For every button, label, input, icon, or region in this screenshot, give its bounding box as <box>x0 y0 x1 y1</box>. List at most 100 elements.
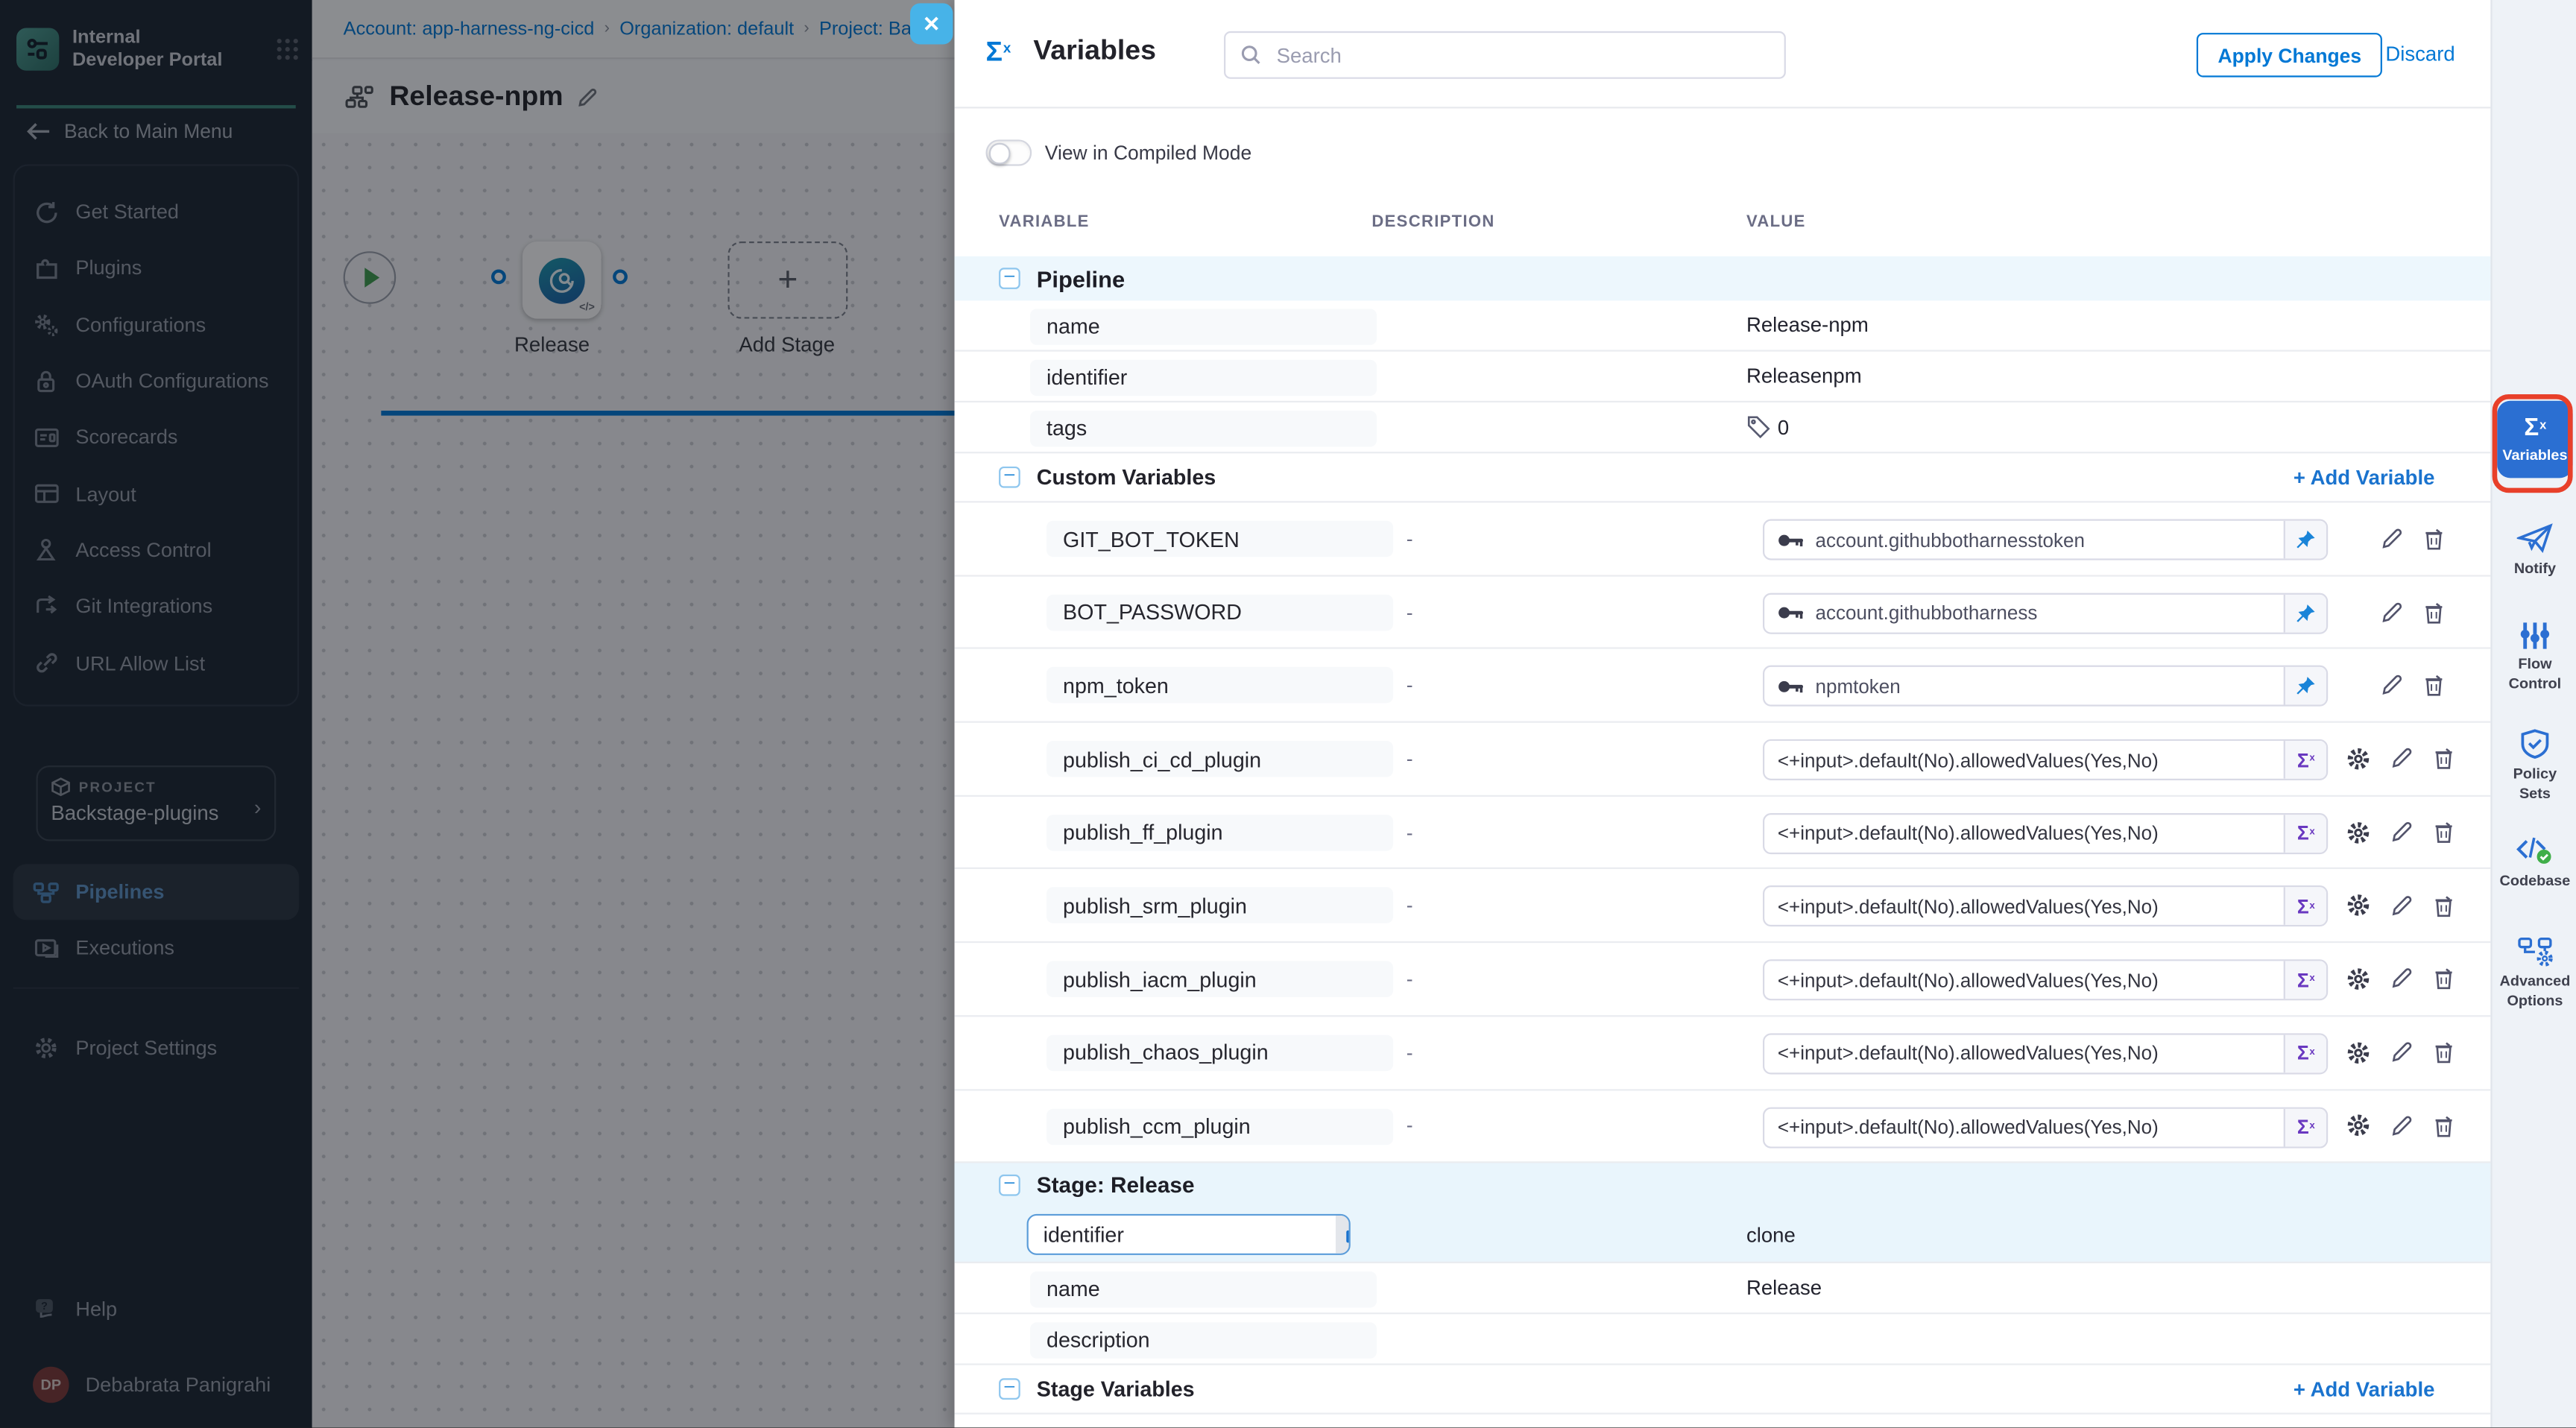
delete-icon[interactable] <box>2433 1114 2455 1137</box>
tag-count: 0 <box>1778 416 1789 439</box>
section-header-row: Pipeline <box>955 256 2491 301</box>
variable-row: BOT_PASSWORD - account.githubbotharness <box>955 576 2491 649</box>
copy-button[interactable] <box>1336 1216 1351 1254</box>
pin-button[interactable] <box>2284 594 2326 632</box>
delete-icon[interactable] <box>2433 894 2455 917</box>
edit-icon[interactable] <box>2381 674 2404 697</box>
variable-name: identifier <box>1030 359 1377 395</box>
edit-icon[interactable] <box>2390 748 2414 771</box>
collapse-minus-icon[interactable] <box>999 268 1020 289</box>
delete-icon[interactable] <box>2433 1041 2455 1064</box>
table-header: VARIABLE DESCRIPTION VALUE <box>955 214 2491 253</box>
settings-gear-icon[interactable] <box>2346 747 2370 771</box>
app-viewport: Internal Developer Portal Back to Main M… <box>0 0 2576 1427</box>
edit-icon[interactable] <box>2381 601 2404 624</box>
flow-gear-icon <box>2517 936 2553 967</box>
edit-icon[interactable] <box>2381 527 2404 550</box>
rail-item-flow-control[interactable]: Flow Control <box>2493 621 2576 694</box>
add-variable-link[interactable]: + Add Variable <box>2294 466 2435 489</box>
input-type-button[interactable] <box>2284 961 2326 999</box>
section-header-row: Stage Variables + Add Variable <box>955 1365 2491 1415</box>
edit-icon[interactable] <box>2390 967 2414 991</box>
rail-item-codebase[interactable]: Codebase <box>2493 835 2576 891</box>
apply-changes-button[interactable]: Apply Changes <box>2197 33 2383 78</box>
delete-icon[interactable] <box>2423 527 2445 550</box>
variable-row: publish_ccm_plugin - <+input>.default(No… <box>955 1090 2491 1163</box>
pin-button[interactable] <box>2284 521 2326 559</box>
section-header-row: Custom Variables + Add Variable <box>955 453 2491 502</box>
identifier-input-field[interactable] <box>1027 1214 1351 1255</box>
runtime-input-field[interactable]: <+input>.default(No).allowedValues(Yes,N… <box>1763 1033 2328 1074</box>
settings-gear-icon[interactable] <box>2346 1040 2370 1065</box>
sigma-icon <box>2297 1042 2314 1065</box>
settings-gear-icon[interactable] <box>2346 967 2370 991</box>
collapse-minus-icon[interactable] <box>999 1379 1020 1400</box>
runtime-input-field[interactable]: <+input>.default(No).allowedValues(Yes,N… <box>1763 812 2328 853</box>
search-input[interactable] <box>1273 42 1733 68</box>
settings-gear-icon[interactable] <box>2346 894 2370 918</box>
runtime-input-field[interactable]: <+input>.default(No).allowedValues(Yes,N… <box>1763 1106 2328 1147</box>
variable-description: - <box>1407 1114 1413 1137</box>
rail-item-variables[interactable]: Variables <box>2497 401 2572 478</box>
variable-name: publish_iacm_plugin <box>1046 961 1393 997</box>
input-type-button[interactable] <box>2284 741 2326 779</box>
rail-item-notify[interactable]: Notify <box>2493 522 2576 579</box>
edit-icon[interactable] <box>2390 894 2414 917</box>
edit-icon[interactable] <box>2390 1114 2414 1137</box>
secret-value-field[interactable]: account.githubbotharnesstoken <box>1763 519 2328 560</box>
variable-description: - <box>1407 748 1413 771</box>
runtime-input-field[interactable]: <+input>.default(No).allowedValues(Yes,N… <box>1763 959 2328 1000</box>
edit-icon[interactable] <box>2390 1041 2414 1064</box>
col-value: VALUE <box>1746 214 1806 232</box>
copy-icon <box>1344 1224 1351 1245</box>
search-box[interactable] <box>1224 31 1786 79</box>
input-type-button[interactable] <box>2284 815 2326 853</box>
input-type-button[interactable] <box>2284 1034 2326 1072</box>
runtime-input-field[interactable]: <+input>.default(No).allowedValues(Yes,N… <box>1763 886 2328 927</box>
delete-icon[interactable] <box>2423 674 2445 697</box>
discard-link[interactable]: Discard <box>2385 42 2455 66</box>
pipeline-aspect-rail: Variables Notify Flow Control Policy Set… <box>2490 0 2576 1427</box>
collapse-minus-icon[interactable] <box>999 1175 1020 1196</box>
delete-icon[interactable] <box>2423 601 2445 624</box>
input-type-button[interactable] <box>2284 888 2326 926</box>
variable-row: publish_srm_plugin - <+input>.default(No… <box>955 870 2491 943</box>
sigma-icon <box>2297 822 2314 845</box>
pin-button[interactable] <box>2284 668 2326 706</box>
variable-row: name Release-npm <box>955 300 2491 351</box>
settings-gear-icon[interactable] <box>2346 1113 2370 1138</box>
variable-name: publish_ci_cd_plugin <box>1046 741 1393 777</box>
variable-description: - <box>1407 601 1413 624</box>
delete-icon[interactable] <box>2433 967 2455 991</box>
pin-icon <box>2295 676 2317 698</box>
paper-plane-icon <box>2517 522 2553 555</box>
compiled-mode-toggle[interactable] <box>985 139 1032 165</box>
variable-description: - <box>1407 527 1413 550</box>
stage-identifier-row: clone <box>955 1207 2491 1263</box>
identifier-input[interactable] <box>1029 1221 1336 1248</box>
variable-value: Release-npm <box>1746 314 1869 337</box>
rail-item-policy-sets[interactable]: Policy Sets <box>2493 727 2576 803</box>
shield-check-icon <box>2519 727 2551 760</box>
section-header-row: Stage: Release <box>955 1163 2491 1208</box>
input-type-button[interactable] <box>2284 1108 2326 1146</box>
secret-value-field[interactable]: account.githubbotharness <box>1763 593 2328 634</box>
secret-value-field[interactable]: npmtoken <box>1763 666 2328 707</box>
variable-name: publish_chaos_plugin <box>1046 1034 1393 1070</box>
rail-item-advanced-options[interactable]: Advanced Options <box>2493 936 2576 1011</box>
variable-description: - <box>1407 674 1413 697</box>
delete-icon[interactable] <box>2433 821 2455 844</box>
compiled-mode-label: View in Compiled Mode <box>1045 142 1251 165</box>
key-icon <box>1778 678 1804 695</box>
collapse-minus-icon[interactable] <box>999 467 1020 488</box>
delete-icon[interactable] <box>2433 748 2455 771</box>
sigma-icon <box>2297 748 2314 771</box>
settings-gear-icon[interactable] <box>2346 820 2370 844</box>
variable-description: - <box>1407 967 1413 991</box>
runtime-input-field[interactable]: <+input>.default(No).allowedValues(Yes,N… <box>1763 739 2328 780</box>
sliders-icon <box>2519 621 2551 651</box>
add-variable-link[interactable]: + Add Variable <box>2294 1378 2435 1401</box>
runtime-input-value: <+input>.default(No).allowedValues(Yes,N… <box>1778 1042 2159 1065</box>
close-drawer-button[interactable]: ✕ <box>910 3 953 44</box>
edit-icon[interactable] <box>2390 821 2414 844</box>
